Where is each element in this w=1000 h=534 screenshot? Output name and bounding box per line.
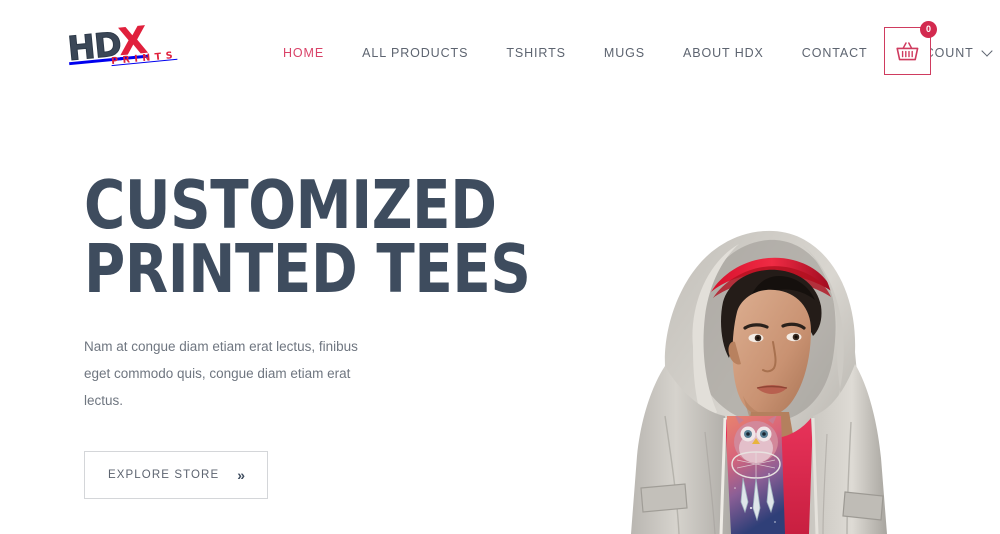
chevron-down-icon: [983, 47, 992, 56]
nav-item-tshirts[interactable]: TSHIRTS: [506, 42, 566, 64]
hero-title-line-2: PRINTED TEES: [84, 229, 531, 308]
double-chevron-right-icon: »: [237, 467, 246, 484]
explore-store-button-label: EXPLORE STORE: [108, 469, 220, 482]
nav-item-home[interactable]: HOME: [283, 42, 324, 64]
hero-copy: CUSTOMIZED PRINTED TEES Nam at congue di…: [84, 166, 531, 500]
nav-item-contact[interactable]: CONTACT: [802, 42, 868, 64]
hero-title-line-1: CUSTOMIZED: [84, 166, 497, 244]
site-header: HDX PRINTS HOME ALL PRODUCTS TSHIRTS MUG…: [0, 0, 1000, 96]
nav-item-all-products[interactable]: ALL PRODUCTS: [362, 42, 468, 64]
hdx-prints-logo[interactable]: HDX PRINTS: [65, 16, 200, 80]
nav-item-mugs[interactable]: MUGS: [604, 42, 645, 64]
nav-item-about-hdx[interactable]: ABOUT HDX: [683, 42, 764, 64]
cart-count-badge: 0: [920, 21, 937, 38]
explore-store-button[interactable]: EXPLORE STORE »: [84, 451, 269, 500]
page-root: HDX PRINTS HOME ALL PRODUCTS TSHIRTS MUG…: [0, 0, 1000, 534]
hero-section: CUSTOMIZED PRINTED TEES Nam at congue di…: [0, 96, 1000, 534]
cart-button[interactable]: 0: [884, 21, 937, 75]
page-title: CUSTOMIZED PRINTED TEES: [84, 166, 531, 308]
hero-subtitle: Nam at congue diam etiam erat lectus, fi…: [84, 339, 358, 409]
hero-model-photo: [545, 116, 965, 534]
